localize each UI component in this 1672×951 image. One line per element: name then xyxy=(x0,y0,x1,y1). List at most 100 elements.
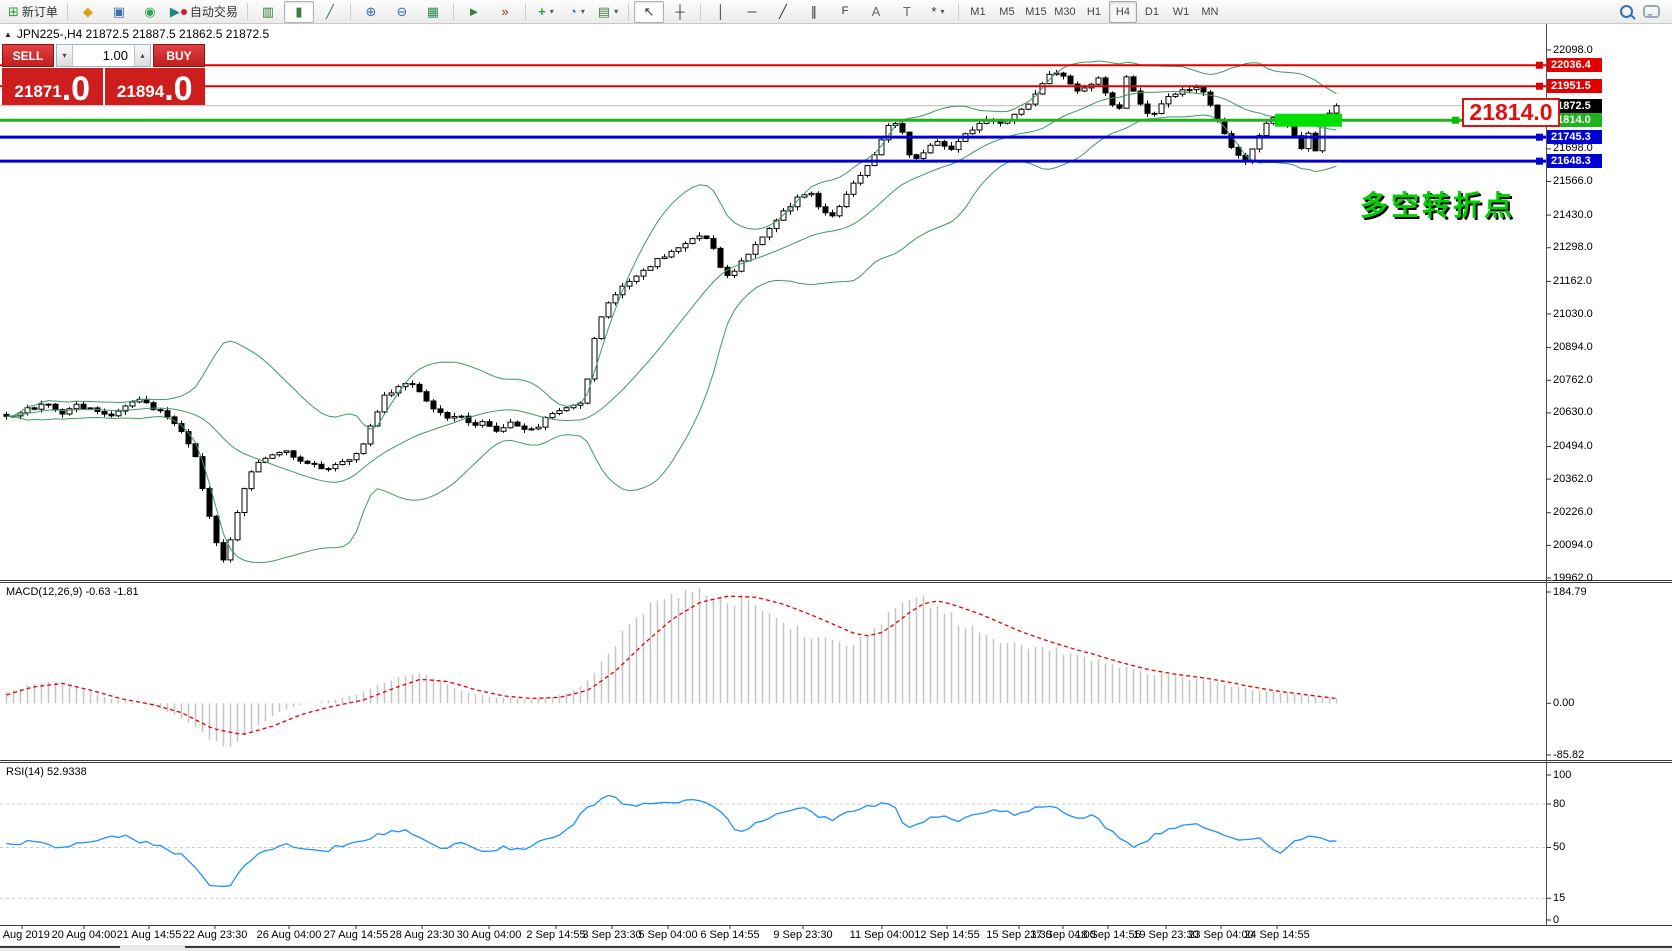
trendline-button[interactable]: ╱ xyxy=(768,1,798,23)
bar-chart-button[interactable]: ▥ xyxy=(253,1,283,23)
zoom-out-button[interactable]: ⊖ xyxy=(387,1,417,23)
candlestick-chart-button[interactable]: ▮ xyxy=(284,1,314,23)
search-icon[interactable] xyxy=(1620,5,1633,18)
zoom-in-button[interactable]: ⊕ xyxy=(356,1,386,23)
timeframe-button-m30[interactable]: M30 xyxy=(1051,1,1079,23)
candlestick-series xyxy=(4,70,1339,563)
timeframe-button-h1[interactable]: H1 xyxy=(1080,1,1108,23)
chart-title: JPN225-,H4 21872.5 21887.5 21862.5 21872… xyxy=(17,27,269,41)
autotrading-button[interactable]: ▶ 自动交易 xyxy=(166,1,242,23)
cursor-icon: ↖ xyxy=(643,5,654,18)
line-anchor-marker[interactable] xyxy=(1536,62,1543,69)
tile-windows-button[interactable]: ▦ xyxy=(418,1,448,23)
toolbar-separator xyxy=(700,3,701,20)
fibonacci-icon: F xyxy=(842,6,849,17)
rsi-tick-80: 80 xyxy=(1553,798,1565,810)
timeframe-button-m15[interactable]: M15 xyxy=(1022,1,1050,23)
chart-title-bar: ▲ JPN225-,H4 21872.5 21887.5 21862.5 218… xyxy=(4,27,269,41)
timeframe-button-d1[interactable]: D1 xyxy=(1138,1,1166,23)
chart-canvas xyxy=(0,0,1672,951)
chart-shift-button[interactable]: ► xyxy=(459,1,489,23)
new-order-icon: ⊞ xyxy=(8,5,19,18)
tile-windows-icon: ▦ xyxy=(427,5,439,18)
price-tag-21814[interactable]: 21814.0 xyxy=(1462,98,1560,127)
timeframe-button-m5[interactable]: M5 xyxy=(993,1,1021,23)
autotrading-label: 自动交易 xyxy=(190,3,238,20)
toolbar-separator xyxy=(247,3,248,20)
market-watch-icon: ◆ xyxy=(83,5,93,18)
rsi-indicator-label: RSI(14) 52.9338 xyxy=(6,766,87,778)
buy-price-button[interactable]: 21894.0 xyxy=(105,68,206,105)
bar-chart-icon: ▥ xyxy=(262,5,274,18)
text-button[interactable]: A xyxy=(861,1,891,23)
window-edge-segment xyxy=(0,946,120,948)
volume-input[interactable] xyxy=(73,45,134,66)
templates-button[interactable]: ▤▾ xyxy=(593,1,623,23)
date-label: 24 Sep 14:55 xyxy=(1235,929,1319,941)
sell-price-button[interactable]: 21871.0 xyxy=(2,68,103,105)
text-icon: A xyxy=(872,5,881,18)
market-watch-button[interactable]: ◆ xyxy=(73,1,103,23)
line-anchor-marker[interactable] xyxy=(1536,83,1543,90)
price-tick-20762.0: 20762.0 xyxy=(1553,374,1593,386)
buy-button[interactable]: BUY xyxy=(153,44,205,67)
toolbar-separator xyxy=(453,3,454,20)
rsi-tick-15: 15 xyxy=(1553,892,1565,904)
bollinger-band-u xyxy=(7,61,1337,429)
buy-price-main: 21894 xyxy=(117,83,164,100)
crosshair-button[interactable]: ┼ xyxy=(665,1,695,23)
sell-price-main: 21871 xyxy=(14,83,61,100)
cursor-button[interactable]: ↖ xyxy=(634,1,664,23)
new-order-button[interactable]: ⊞ 新订单 xyxy=(4,1,62,23)
timeframe-button-mn[interactable]: MN xyxy=(1196,1,1224,23)
equidistant-channel-icon: ∥ xyxy=(811,5,818,18)
vertical-line-button[interactable]: │ xyxy=(706,1,736,23)
date-label: 22 Aug 23:30 xyxy=(173,929,257,941)
horizontal-line-button[interactable]: ─ xyxy=(737,1,767,23)
timeframe-button-h4[interactable]: H4 xyxy=(1109,1,1137,23)
timeframe-button-m1[interactable]: M1 xyxy=(964,1,992,23)
volume-increase-button[interactable]: ▴ xyxy=(134,45,150,66)
strategy-tester-button[interactable]: ▣ xyxy=(104,1,134,23)
bollinger-band-m xyxy=(7,92,1337,483)
text-label-button[interactable]: T xyxy=(892,1,922,23)
toolbar-separator xyxy=(958,3,959,20)
signals-button[interactable]: ◉ xyxy=(135,1,165,23)
equidistant-channel-button[interactable]: ∥ xyxy=(799,1,829,23)
price-tick-21030.0: 21030.0 xyxy=(1553,308,1593,320)
highlight-rectangle[interactable] xyxy=(1275,114,1342,127)
line-end-marker[interactable] xyxy=(1452,117,1459,124)
arrows-button[interactable]: *▾ xyxy=(923,1,953,23)
one-click-trading-panel: SELL ▾ ▴ BUY 21871.0 21894.0 xyxy=(2,44,205,105)
chat-icon[interactable] xyxy=(1643,5,1660,18)
macd-indicator-label: MACD(12,26,9) -0.63 -1.81 xyxy=(6,586,139,598)
signals-icon: ◉ xyxy=(144,5,155,18)
macd-tick-0.00: 0.00 xyxy=(1553,697,1574,709)
line-anchor-marker[interactable] xyxy=(1536,134,1543,141)
toolbar-separator xyxy=(67,3,68,20)
sell-button[interactable]: SELL xyxy=(2,44,54,67)
price-tick-21566.0: 21566.0 xyxy=(1553,175,1593,187)
turning-point-annotation: 多空转折点 xyxy=(1360,184,1515,224)
arrows-icon: * xyxy=(931,5,936,18)
indicators-button[interactable]: +▾ xyxy=(531,1,561,23)
crosshair-icon: ┼ xyxy=(675,5,684,18)
price-tick-21162.0: 21162.0 xyxy=(1553,275,1592,287)
auto-scroll-button[interactable]: » xyxy=(490,1,520,23)
collapse-arrow-icon[interactable]: ▲ xyxy=(4,30,12,39)
price-flag-21648.3: 21648.3 xyxy=(1547,154,1602,168)
line-chart-button[interactable]: ╱ xyxy=(315,1,345,23)
volume-control: ▾ ▴ xyxy=(56,44,151,67)
price-tick-21698.0: 21698.0 xyxy=(1553,142,1593,154)
buy-price-pips: .0 xyxy=(164,76,192,103)
macd-tick-184.79: 184.79 xyxy=(1553,586,1587,598)
timeframe-button-w1[interactable]: W1 xyxy=(1167,1,1195,23)
line-anchor-marker[interactable] xyxy=(1536,158,1543,165)
periods-button[interactable]: ◔▾ xyxy=(562,1,592,23)
strategy-tester-icon: ▣ xyxy=(113,5,125,18)
indicators-icon: + xyxy=(538,5,546,18)
fibonacci-button[interactable]: F xyxy=(830,1,860,23)
volume-decrease-button[interactable]: ▾ xyxy=(57,45,73,66)
new-order-label: 新订单 xyxy=(22,3,58,20)
bollinger-band-l xyxy=(7,115,1337,563)
